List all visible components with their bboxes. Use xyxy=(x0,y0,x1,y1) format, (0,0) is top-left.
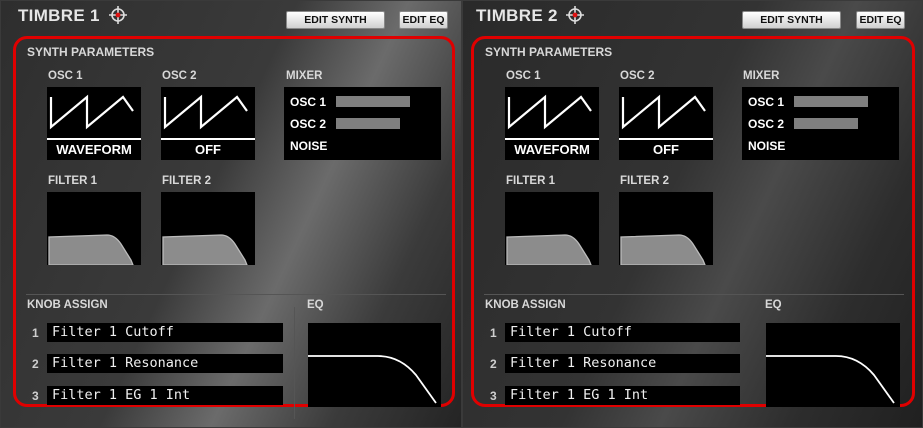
timbre-title: TIMBRE 2 xyxy=(476,6,558,25)
osc2-value: OFF xyxy=(161,138,255,160)
filter1-label: FILTER 1 xyxy=(506,175,555,187)
knob-assign-label: KNOB ASSIGN xyxy=(485,299,566,311)
knob-number: 3 xyxy=(32,389,39,403)
knob-assign-field[interactable]: Filter 1 EG 1 Int xyxy=(47,386,283,405)
mixer-level-bar xyxy=(794,96,868,107)
mixer-row-label: OSC 2 xyxy=(290,117,327,131)
filter2-label: FILTER 2 xyxy=(620,175,669,187)
edit-eq-button[interactable]: EDIT EQ xyxy=(856,11,905,29)
lowpass-curve-icon xyxy=(48,234,134,266)
eq-label: EQ xyxy=(307,299,324,311)
crosshair-icon[interactable] xyxy=(565,5,585,25)
mixer-level-bar xyxy=(336,118,400,129)
filter2-display[interactable] xyxy=(619,192,713,266)
edit-eq-button[interactable]: EDIT EQ xyxy=(399,11,448,29)
osc2-display[interactable]: OFF xyxy=(619,87,713,160)
mixer-row-label: NOISE xyxy=(748,139,786,153)
section-title: SYNTH PARAMETERS xyxy=(27,45,155,59)
eq-curve-icon xyxy=(308,355,437,404)
knob-number: 1 xyxy=(32,326,39,340)
edit-synth-button[interactable]: EDIT SYNTH xyxy=(286,11,385,29)
timbre-2-panel: TIMBRE 2 EDIT SYNTH EDIT EQ SYNTH PARAME… xyxy=(462,0,923,428)
section-divider xyxy=(294,307,295,419)
knob-number: 2 xyxy=(490,357,497,371)
osc2-label: OSC 2 xyxy=(620,70,655,82)
edit-synth-button[interactable]: EDIT SYNTH xyxy=(742,11,841,29)
knob-assign-field[interactable]: Filter 1 Cutoff xyxy=(505,323,740,342)
mixer-row-label: OSC 1 xyxy=(748,95,785,109)
filter1-display[interactable] xyxy=(47,192,141,266)
filter1-display[interactable] xyxy=(505,192,599,266)
filter2-display[interactable] xyxy=(161,192,255,266)
section-title: SYNTH PARAMETERS xyxy=(485,45,613,59)
eq-label: EQ xyxy=(765,299,782,311)
filter2-label: FILTER 2 xyxy=(162,175,211,187)
osc1-value: WAVEFORM xyxy=(47,138,141,160)
knob-number: 3 xyxy=(490,389,497,403)
osc1-label: OSC 1 xyxy=(48,70,83,82)
sawtooth-waveform-icon xyxy=(507,94,592,130)
timbre-title: TIMBRE 1 xyxy=(18,6,100,25)
eq-display[interactable] xyxy=(766,323,900,407)
eq-curve-icon xyxy=(766,355,895,404)
knob-number: 1 xyxy=(490,326,497,340)
mixer-row-label: OSC 2 xyxy=(748,117,785,131)
knob-assign-label: KNOB ASSIGN xyxy=(27,299,108,311)
eq-display[interactable] xyxy=(308,323,441,407)
mixer-level-bar xyxy=(336,96,410,107)
sawtooth-waveform-icon xyxy=(49,94,134,130)
lowpass-curve-icon xyxy=(162,234,248,266)
filter1-label: FILTER 1 xyxy=(48,175,97,187)
sawtooth-waveform-icon xyxy=(621,94,706,130)
mixer-label: MIXER xyxy=(743,70,780,82)
mixer-row-label: OSC 1 xyxy=(290,95,327,109)
knob-assign-field[interactable]: Filter 1 Cutoff xyxy=(47,323,283,342)
knob-number: 2 xyxy=(32,357,39,371)
osc1-value: WAVEFORM xyxy=(505,138,599,160)
section-divider xyxy=(26,294,446,295)
lowpass-curve-icon xyxy=(506,234,592,266)
sawtooth-waveform-icon xyxy=(163,94,248,130)
knob-assign-field[interactable]: Filter 1 Resonance xyxy=(47,354,283,373)
osc2-display[interactable]: OFF xyxy=(161,87,255,160)
osc2-value: OFF xyxy=(619,138,713,160)
crosshair-icon[interactable] xyxy=(108,5,128,25)
mixer-display[interactable]: OSC 1 OSC 2 NOISE xyxy=(284,87,441,160)
timbre-1-panel: TIMBRE 1 EDIT SYNTH EDIT EQ SYNTH PARAME… xyxy=(0,0,462,428)
osc2-label: OSC 2 xyxy=(162,70,197,82)
mixer-level-bar xyxy=(794,118,858,129)
mixer-display[interactable]: OSC 1 OSC 2 NOISE xyxy=(742,87,899,160)
mixer-label: MIXER xyxy=(286,70,323,82)
osc1-display[interactable]: WAVEFORM xyxy=(47,87,141,160)
mixer-row-label: NOISE xyxy=(290,139,328,153)
osc1-display[interactable]: WAVEFORM xyxy=(505,87,599,160)
osc1-label: OSC 1 xyxy=(506,70,541,82)
lowpass-curve-icon xyxy=(620,234,706,266)
section-divider xyxy=(484,294,904,295)
knob-assign-field[interactable]: Filter 1 Resonance xyxy=(505,354,740,373)
knob-assign-field[interactable]: Filter 1 EG 1 Int xyxy=(505,386,740,405)
